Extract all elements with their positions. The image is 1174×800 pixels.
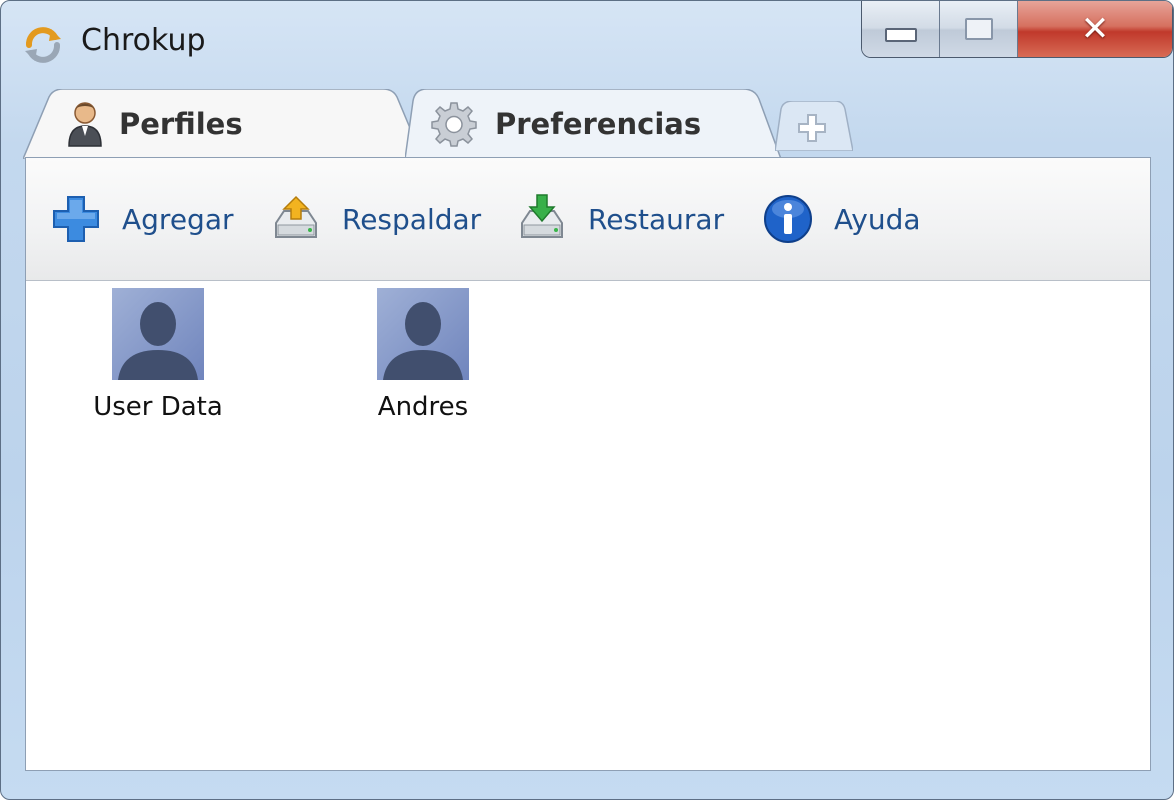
gear-icon: [431, 102, 477, 147]
profiles-panel: Agregar Respaldar Restaurar Ayuda User D…: [25, 157, 1151, 771]
profile-item[interactable]: User Data: [48, 288, 268, 422]
new-tab-button[interactable]: [775, 101, 853, 151]
tab-preferencias-label: Preferencias: [495, 107, 702, 141]
help-button[interactable]: Ayuda: [762, 188, 921, 250]
backup-icon: [275, 195, 317, 238]
default-avatar-icon: [112, 288, 204, 380]
toolbar: Agregar Respaldar Restaurar Ayuda: [26, 158, 1150, 281]
minimize-button[interactable]: [862, 1, 940, 57]
add-label: Agregar: [122, 202, 234, 236]
window-controls: ✕: [861, 1, 1173, 58]
app-logo-icon: [25, 27, 61, 63]
backup-label: Respaldar: [342, 202, 482, 236]
user-icon: [68, 102, 102, 147]
close-icon: ✕: [1080, 9, 1110, 49]
profile-name: User Data: [93, 392, 223, 422]
tab-perfiles-label: Perfiles: [119, 107, 243, 141]
minimize-icon: [884, 28, 917, 42]
tab-perfiles[interactable]: Perfiles: [23, 89, 423, 159]
app-window: Chrokup ✕ Perfiles Preferencias Agregar …: [0, 0, 1174, 800]
add-icon: [53, 196, 99, 242]
profile-item[interactable]: Andres: [313, 288, 533, 422]
backup-button[interactable]: Respaldar: [270, 188, 481, 250]
close-button[interactable]: ✕: [1018, 1, 1172, 57]
maximize-icon: [964, 18, 993, 40]
tab-preferencias[interactable]: Preferencias: [405, 89, 785, 159]
default-avatar-icon: [377, 288, 469, 380]
info-icon: [764, 195, 812, 243]
restore-button[interactable]: Restaurar: [516, 188, 724, 250]
profile-name: Andres: [377, 392, 469, 422]
restore-label: Restaurar: [588, 202, 725, 236]
restore-icon: [521, 194, 563, 238]
help-label: Ayuda: [834, 202, 921, 236]
plus-icon: [798, 114, 826, 142]
title-bar[interactable]: Chrokup ✕: [1, 1, 1173, 89]
window-title: Chrokup: [81, 23, 206, 58]
maximize-button[interactable]: [940, 1, 1018, 57]
add-button[interactable]: Agregar: [50, 188, 234, 250]
